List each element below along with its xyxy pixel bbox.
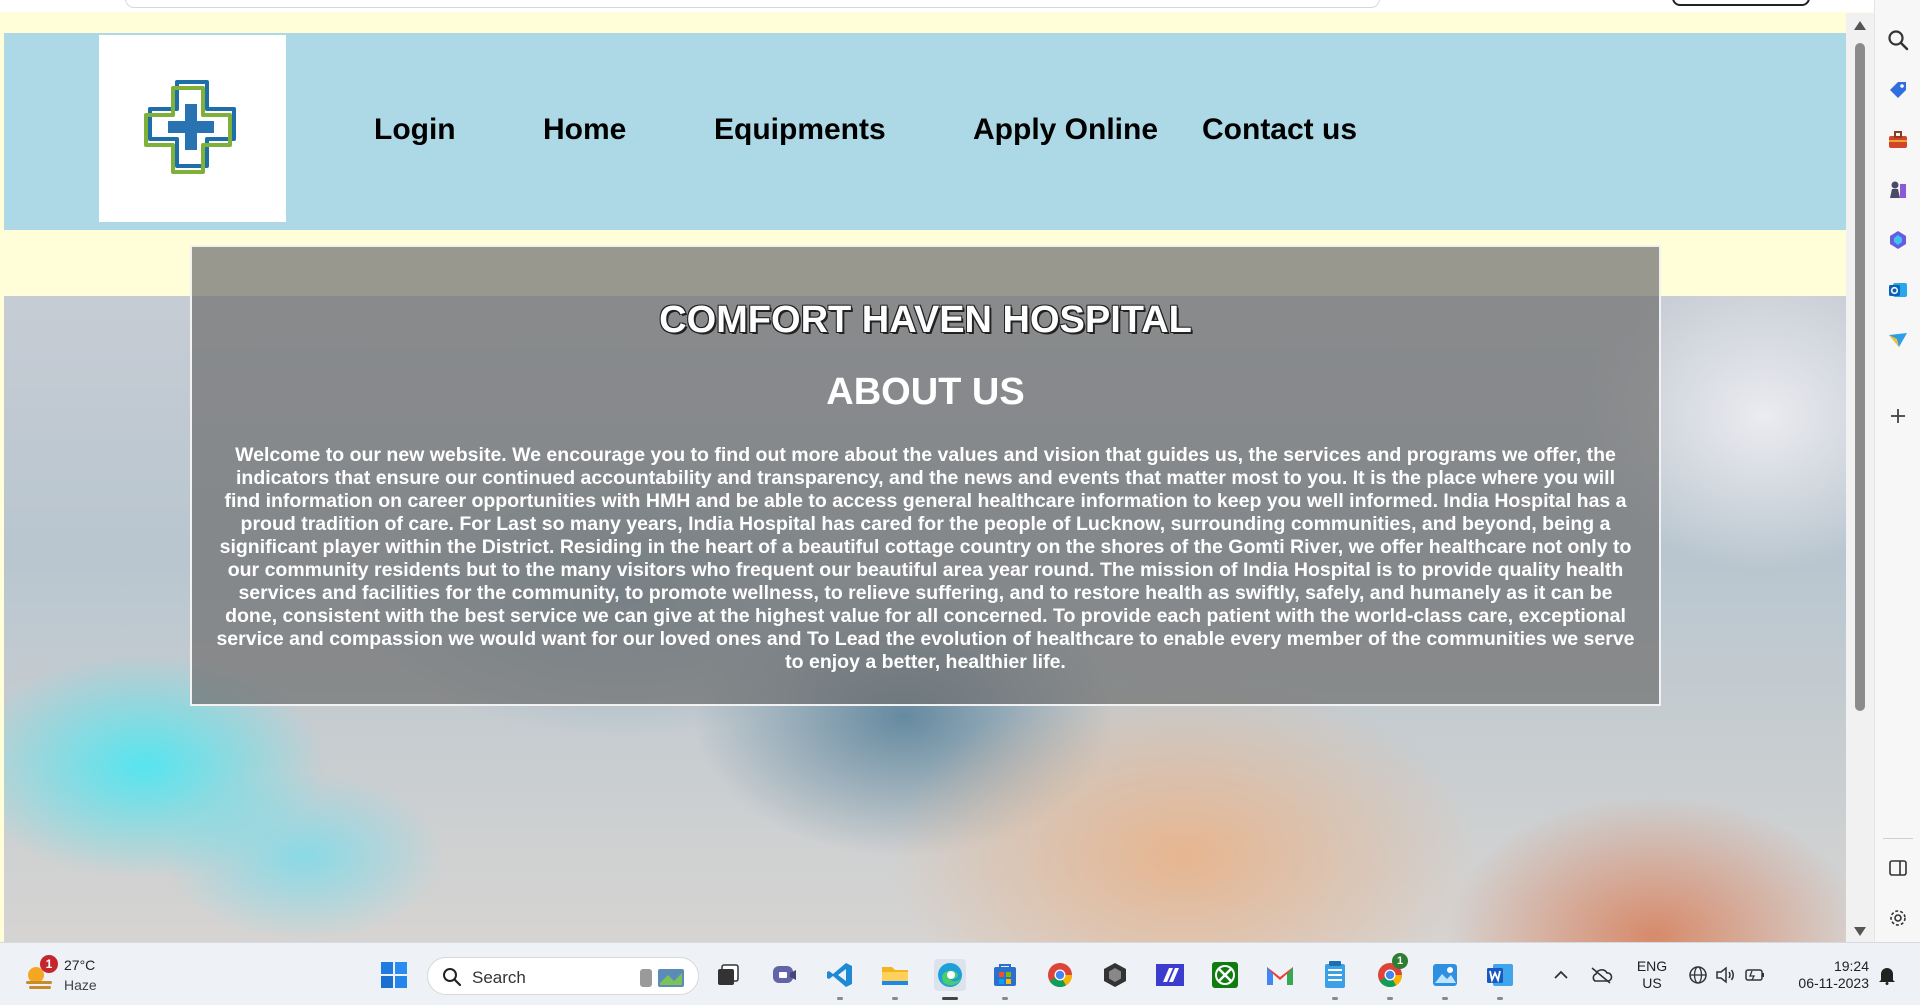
- about-heading: ABOUT US: [826, 371, 1025, 413]
- address-bar[interactable]: [125, 0, 1380, 8]
- teams-icon[interactable]: [768, 959, 800, 991]
- search-icon: [443, 968, 462, 987]
- clock-date: 06-11-2023: [1798, 975, 1869, 991]
- send-icon[interactable]: [1886, 328, 1910, 352]
- chrome-profile-icon[interactable]: 1: [1374, 953, 1408, 991]
- language-line1: ENG: [1636, 958, 1668, 974]
- start-icon[interactable]: [378, 959, 410, 991]
- word-icon[interactable]: [1484, 959, 1516, 991]
- language-line2: US: [1642, 975, 1662, 991]
- settings-icon[interactable]: [1886, 906, 1910, 930]
- unity-icon[interactable]: [1099, 959, 1131, 991]
- nav-login[interactable]: Login: [374, 113, 456, 147]
- weather-temp: 27°C: [64, 957, 96, 973]
- battery-icon[interactable]: [1740, 959, 1770, 991]
- taskbar-search[interactable]: Search: [427, 957, 699, 995]
- taskbar-search-label: Search: [472, 968, 526, 987]
- notepad-icon[interactable]: [1319, 959, 1351, 991]
- medical-cross-icon: [143, 79, 236, 174]
- notification-bell-icon[interactable]: [1872, 959, 1902, 991]
- clock[interactable]: 19:24 06-11-2023: [1783, 958, 1869, 992]
- chess-icon[interactable]: [1886, 178, 1910, 202]
- browser-action-button[interactable]: [1672, 0, 1810, 6]
- search-icon[interactable]: [1886, 28, 1910, 52]
- vertical-scrollbar[interactable]: [1846, 13, 1874, 942]
- weather-widget[interactable]: 1 27°C Haze: [22, 953, 112, 997]
- weather-badge: 1: [40, 955, 58, 973]
- nav-equipments[interactable]: Equipments: [714, 113, 886, 147]
- about-text: Welcome to our new website. We encourage…: [216, 444, 1635, 673]
- xbox-icon[interactable]: [1209, 959, 1241, 991]
- tag-icon[interactable]: [1886, 78, 1910, 102]
- file-explorer-icon[interactable]: [879, 959, 911, 991]
- sidebar-divider: [1883, 838, 1913, 839]
- hospital-name: COMFORT HAVEN HOSPITAL: [659, 299, 1192, 341]
- copilot-icon[interactable]: [1886, 228, 1910, 252]
- chrome-icon[interactable]: [1044, 959, 1076, 991]
- nav-apply-online[interactable]: Apply Online: [973, 113, 1158, 147]
- chrome-profile-badge: 1: [1392, 953, 1408, 969]
- show-hidden-icons-chevron-icon[interactable]: [1546, 959, 1576, 991]
- photos-icon[interactable]: [1429, 959, 1461, 991]
- split-view-icon[interactable]: [1886, 856, 1910, 880]
- scroll-up-arrow-icon[interactable]: [1854, 21, 1866, 30]
- hospital-logo[interactable]: [99, 35, 286, 222]
- nav-contact-us[interactable]: Contact us: [1202, 113, 1357, 147]
- website: Login Home Equipments Apply Online Conta…: [4, 13, 1846, 942]
- scroll-down-arrow-icon[interactable]: [1854, 927, 1866, 936]
- nav-home[interactable]: Home: [543, 113, 626, 147]
- site-header: Login Home Equipments Apply Online Conta…: [4, 33, 1846, 230]
- vscode-icon[interactable]: [824, 959, 856, 991]
- task-view-icon[interactable]: [712, 959, 744, 991]
- scrollbar-thumb[interactable]: [1855, 43, 1865, 711]
- weather-condition: Haze: [64, 977, 97, 993]
- store-icon[interactable]: [989, 959, 1021, 991]
- about-card: COMFORT HAVEN HOSPITAL ABOUT US Welcome …: [190, 245, 1661, 706]
- clock-time: 19:24: [1833, 958, 1869, 974]
- outlook-icon[interactable]: [1886, 278, 1910, 302]
- edge-icon[interactable]: [934, 959, 966, 991]
- add-icon[interactable]: [1886, 404, 1910, 428]
- taskbar: 1 27°C Haze Search 1 ENG US 19:24 06-11-…: [0, 942, 1920, 1005]
- onedrive-offline-icon[interactable]: [1586, 959, 1616, 991]
- search-highlight-icon: [640, 969, 684, 987]
- volume-icon[interactable]: [1711, 959, 1741, 991]
- language-indicator[interactable]: ENG US: [1632, 958, 1672, 992]
- edge-sidebar: [1874, 0, 1920, 942]
- power-automate-icon[interactable]: [1154, 959, 1186, 991]
- toolbox-icon[interactable]: [1886, 128, 1910, 152]
- browser-viewport: Login Home Equipments Apply Online Conta…: [0, 0, 1874, 942]
- network-globe-icon[interactable]: [1683, 959, 1713, 991]
- gmail-icon[interactable]: [1264, 959, 1296, 991]
